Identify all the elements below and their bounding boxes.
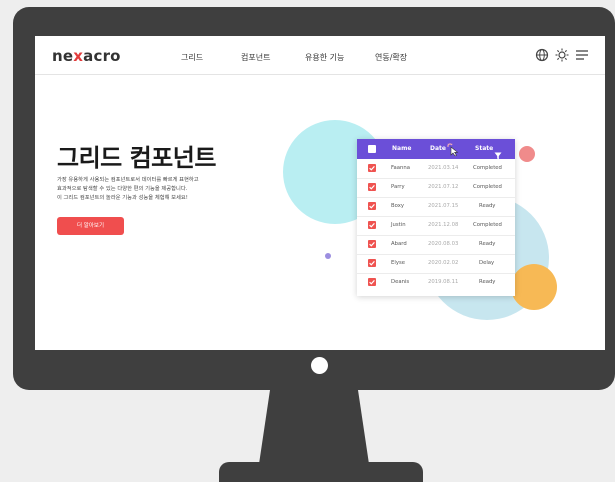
cell-state: Ready (479, 279, 496, 285)
grid-row[interactable]: Justin 2021.12.08 Completed (357, 216, 515, 236)
hero-title: 그리드 컴포넌트 (57, 144, 216, 172)
grid-row[interactable]: Deanis 2019.08.11 Ready (357, 273, 515, 292)
power-button[interactable] (311, 357, 328, 374)
cell-state: Ready (479, 241, 496, 247)
hero-description: 가장 유용하게 사용되는 컴포넌트로서 데이터를 빠르게 표현하고 효과적으로 … (57, 176, 257, 203)
cell-date: 2021.07.12 (428, 184, 459, 190)
column-header-name[interactable]: Name (392, 145, 411, 152)
logo-text-x: x (73, 47, 84, 65)
column-header-state[interactable]: State (475, 145, 493, 152)
cell-name: Elyse (391, 260, 405, 266)
cell-state: Completed (473, 184, 502, 190)
grid-header: Name Date State (357, 139, 515, 160)
cell-date: 2019.08.11 (428, 279, 459, 285)
hero-description-line: 효과적으로 탐색할 수 있는 다양한 편의 기능을 제공합니다. (57, 186, 188, 192)
cell-name: Faanna (391, 165, 411, 171)
cell-name: Abard (391, 241, 407, 247)
monitor-stand-neck (259, 390, 369, 464)
monitor-frame: nexacro 그리드 컴포넌트 유용한 기능 연동/확장 그리드 컴포넌트 가… (13, 7, 615, 390)
row-checkbox[interactable] (368, 259, 376, 267)
brightness-icon[interactable] (555, 47, 569, 62)
row-checkbox[interactable] (368, 278, 376, 286)
logo-text-post: acro (83, 47, 121, 65)
select-all-checkbox[interactable] (368, 145, 376, 153)
cell-date: 2020.08.03 (428, 241, 459, 247)
cell-date: 2021.03.14 (428, 165, 459, 171)
row-checkbox[interactable] (368, 202, 376, 210)
nav-item-grid[interactable]: 그리드 (181, 52, 203, 63)
grid-row[interactable]: Abard 2020.08.03 Ready (357, 235, 515, 255)
cell-state: Ready (479, 203, 496, 209)
grid-row[interactable]: Elyse 2020.02.02 Delay (357, 254, 515, 274)
cell-state: Delay (479, 260, 495, 266)
cell-date: 2021.12.08 (428, 222, 459, 228)
cell-name: Parry (391, 184, 405, 190)
nav-item-integration[interactable]: 연동/확장 (375, 52, 407, 63)
logo-text-pre: ne (52, 47, 74, 65)
cell-name: Boxy (391, 203, 404, 209)
grid-row[interactable]: Faanna 2021.03.14 Completed (357, 159, 515, 179)
grid-row[interactable]: Parry 2021.07.12 Completed (357, 178, 515, 198)
decor-circle-pink (519, 146, 535, 162)
cell-date: 2021.07.15 (428, 203, 459, 209)
row-checkbox[interactable] (368, 221, 376, 229)
grid-row[interactable]: Boxy 2021.07.15 Ready (357, 197, 515, 217)
hero-description-line: 이 그리드 컴포넌트의 놀라운 기능과 성능을 체험해 보세요! (57, 195, 188, 201)
row-checkbox[interactable] (368, 240, 376, 248)
cursor-pointer-icon (446, 141, 460, 160)
logo[interactable]: nexacro (52, 47, 121, 65)
hamburger-menu-icon[interactable] (575, 47, 589, 61)
grid-component[interactable]: Name Date State Faanna 2021.03.14 Comple… (357, 139, 515, 296)
decor-dot-purple (325, 253, 331, 259)
learn-more-button[interactable]: 더 알아보기 (57, 217, 124, 235)
cell-name: Deanis (391, 279, 410, 285)
globe-icon[interactable] (535, 47, 549, 62)
row-checkbox[interactable] (368, 183, 376, 191)
hero-description-line: 가장 유용하게 사용되는 컴포넌트로서 데이터를 빠르게 표현하고 (57, 177, 199, 183)
nav-item-features[interactable]: 유용한 기능 (305, 52, 344, 63)
monitor-stand-base (219, 462, 423, 482)
nav-item-components[interactable]: 컴포넌트 (241, 52, 270, 63)
row-checkbox[interactable] (368, 164, 376, 172)
column-header-date[interactable]: Date (430, 145, 446, 152)
decor-circle-orange (511, 264, 557, 310)
top-nav: nexacro 그리드 컴포넌트 유용한 기능 연동/확장 (35, 36, 605, 75)
cell-state: Completed (473, 222, 502, 228)
screen: nexacro 그리드 컴포넌트 유용한 기능 연동/확장 그리드 컴포넌트 가… (35, 36, 605, 350)
cell-state: Completed (473, 165, 502, 171)
cell-name: Justin (391, 222, 406, 228)
cell-date: 2020.02.02 (428, 260, 459, 266)
